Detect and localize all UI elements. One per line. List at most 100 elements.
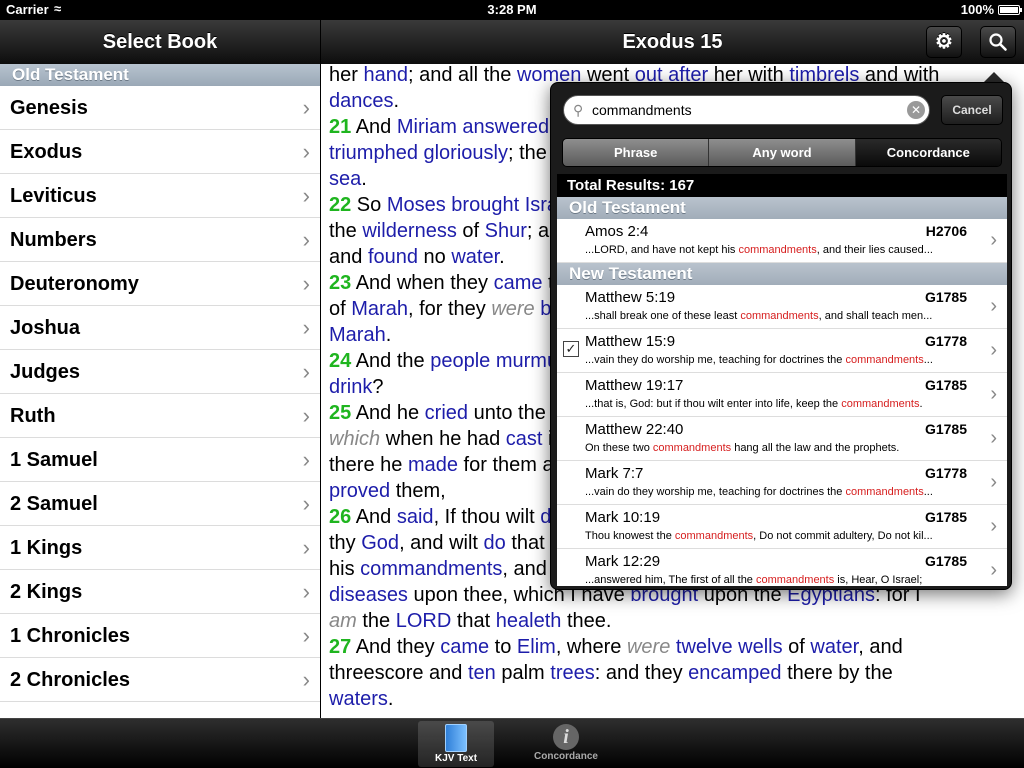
verse-number: 22 [329,194,352,216]
concordance-word-link[interactable]: Marah [351,298,408,320]
result-row[interactable]: Amos 2:4 H2706 ...LORD, and have not kept … [557,219,1007,263]
result-snippet: ...vain they do worship me, teaching for… [585,354,969,366]
concordance-word-link[interactable]: found [368,246,418,268]
concordance-word-link[interactable]: commandments [360,558,502,580]
concordance-word-link[interactable]: cried [425,402,468,424]
strongs-code: G1785 [924,421,967,437]
book-name: 2 Chronicles [10,669,131,691]
cancel-button[interactable]: Cancel [941,95,1003,125]
result-reference: Matthew 15:9 [585,333,676,350]
concordance-word-link[interactable]: diseases [329,584,408,606]
result-row[interactable]: Mark 12:29 G1785 ...answered him, The firs… [557,549,1007,586]
result-reference: Matthew 22:40 [585,421,684,438]
concordance-word-link[interactable]: people [430,350,490,372]
book-row[interactable]: Numbers › [0,218,320,262]
concordance-word-link[interactable]: answered [462,116,549,138]
concordance-word-link[interactable]: LORD [396,610,452,632]
book-row[interactable]: Genesis › [0,86,320,130]
tab-kjv-text[interactable]: KJV Text [418,721,494,767]
result-snippet: ...shall break one of these least comman… [585,310,969,322]
book-row[interactable]: Judges › [0,350,320,394]
book-row[interactable]: 1 Chronicles › [0,614,320,658]
result-row[interactable]: Matthew 22:40 G1785 On these two commandme… [557,417,1007,461]
book-row[interactable]: 2 Samuel › [0,482,320,526]
concordance-word-link[interactable]: hand [363,64,408,86]
book-row[interactable]: 2 Chronicles › [0,658,320,702]
concordance-word-link[interactable]: came [494,272,543,294]
concordance-word-link[interactable]: drink [329,376,372,398]
book-row[interactable]: Ruth › [0,394,320,438]
concordance-word-link[interactable]: do [484,532,506,554]
search-input[interactable]: ⚲ commandments ✕ [563,95,930,125]
scripture-text-run: her [329,64,364,86]
concordance-word-link[interactable]: water [451,246,499,268]
book-row[interactable]: 2 Kings › [0,570,320,614]
strongs-code: G1778 [924,333,967,349]
settings-button[interactable]: ⚙ [926,26,962,58]
result-row[interactable]: Matthew 5:19 G1785 ...shall break one of t… [557,285,1007,329]
battery-percent: 100% [960,2,994,17]
checkmark-icon: ✓ [563,341,579,357]
snippet-text: , Do not commit adultery, Do not kil... [753,530,933,542]
result-row[interactable]: Mark 7:7 G1778 ...vain do they worship me,… [557,461,1007,505]
result-row[interactable]: ✓ Matthew 15:9 G1778 ...vain they do worshi… [557,329,1007,373]
search-mode-concordance[interactable]: Concordance [855,139,1001,166]
scripture-text-run: and [329,246,368,268]
concordance-word-link[interactable]: sea [329,168,361,190]
scripture-text-run: thy [329,532,362,554]
clear-search-icon[interactable]: ✕ [907,101,925,119]
strongs-code: G1785 [924,509,967,525]
concordance-word-link[interactable]: dances [329,90,394,112]
concordance-word-link[interactable]: healeth [496,610,562,632]
tab-concordance[interactable]: i Concordance [528,721,604,767]
concordance-word-link[interactable]: Miriam [397,116,457,138]
concordance-word-link[interactable]: said [397,506,434,528]
italic-supplied-word: were [491,298,535,320]
concordance-word-link[interactable]: came [440,636,489,658]
scripture-text-run: . [393,90,400,112]
chevron-right-icon: › [302,139,310,164]
concordance-word-link[interactable]: made [408,454,458,476]
concordance-word-link[interactable]: Moses [387,194,446,216]
book-name: Leviticus [10,185,97,207]
book-row[interactable]: 1 Kings › [0,526,320,570]
concordance-word-link[interactable]: proved [329,480,390,502]
search-mode-phrase[interactable]: Phrase [563,139,710,166]
result-reference: Mark 7:7 [585,465,644,482]
result-row[interactable]: Mark 10:19 G1785 Thou knowest the commandm… [557,505,1007,549]
strongs-code: G1785 [924,289,967,305]
concordance-word-link[interactable]: waters [329,688,388,710]
concordance-word-link[interactable]: Marah [329,324,386,346]
search-button[interactable] [980,26,1016,58]
scripture-text-run: that [451,610,496,632]
scripture-text-run: , where [555,636,627,658]
concordance-word-link[interactable]: wilderness [362,220,456,242]
concordance-word-link[interactable]: Elim [517,636,556,658]
book-row[interactable]: Joshua › [0,306,320,350]
concordance-word-link[interactable]: cast [506,428,543,450]
result-reference: Mark 12:29 [585,553,661,570]
concordance-word-link[interactable]: water [810,636,858,658]
concordance-word-link[interactable]: Shur [485,220,527,242]
scripture-text-run: there by the [781,662,893,684]
concordance-word-link[interactable]: triumphed gloriously [329,142,508,164]
scripture-text-run: of [782,636,811,658]
concordance-word-link[interactable]: brought [451,194,519,216]
concordance-word-link[interactable]: twelve wells [676,636,783,658]
snippet-text: , and their lies caused... [816,244,933,256]
search-results: Total Results: 167 Old Testament Amos 2:4… [557,174,1007,586]
battery-icon [998,5,1022,15]
result-row[interactable]: Matthew 19:17 G1785 ...that is, God: but i… [557,373,1007,417]
chevron-right-icon: › [990,515,997,537]
concordance-word-link[interactable]: encamped [688,662,781,684]
search-mode-any-word[interactable]: Any word [709,139,856,166]
concordance-word-link[interactable]: God [361,532,399,554]
book-row[interactable]: Exodus › [0,130,320,174]
book-row[interactable]: Deuteronomy › [0,262,320,306]
book-row[interactable]: 1 Samuel › [0,438,320,482]
book-row[interactable]: Leviticus › [0,174,320,218]
concordance-word-link[interactable]: ten [468,662,496,684]
concordance-word-link[interactable]: trees [550,662,594,684]
tab-bar: KJV Text i Concordance [0,718,1024,768]
italic-supplied-word: am [329,610,357,632]
